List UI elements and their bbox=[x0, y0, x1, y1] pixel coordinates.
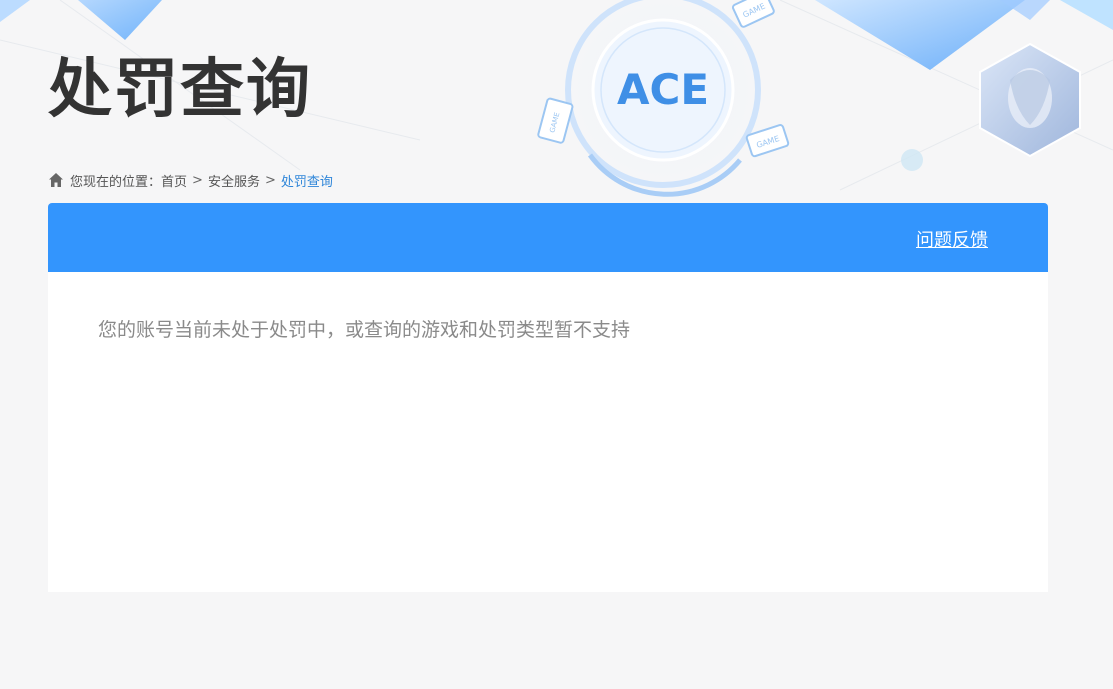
ace-logo-text: ACE bbox=[617, 65, 709, 114]
page: ACE GAME GAME GAME 处罚查询 您现在的位置： 首页 > 安全服… bbox=[0, 0, 1113, 689]
breadcrumb-home-link[interactable]: 首页 bbox=[161, 171, 187, 190]
panel-header: 问题反馈 bbox=[48, 203, 1048, 272]
status-message: 您的账号当前未处于处罚中，或查询的游戏和处罚类型暂不支持 bbox=[98, 319, 631, 341]
home-icon bbox=[49, 173, 63, 187]
game-badge-label: GAME bbox=[755, 134, 780, 150]
breadcrumb-current: 处罚查询 bbox=[280, 174, 333, 190]
game-badge-label: GAME bbox=[741, 2, 766, 20]
breadcrumb-security-link[interactable]: 安全服务 bbox=[208, 171, 260, 190]
breadcrumb-prefix: 您现在的位置： bbox=[70, 174, 162, 190]
character-hexagon-image bbox=[979, 42, 1081, 158]
feedback-link[interactable]: 问题反馈 bbox=[916, 226, 988, 252]
result-panel: 问题反馈 您的账号当前未处于处罚中，或查询的游戏和处罚类型暂不支持 bbox=[48, 203, 1048, 592]
breadcrumb: 您现在的位置： 首页 > 安全服务 > 处罚查询 bbox=[48, 171, 333, 190]
page-title: 处罚查询 bbox=[48, 53, 312, 127]
game-badge-label: GAME bbox=[548, 112, 561, 134]
breadcrumb-separator: > bbox=[192, 172, 203, 188]
panel-body: 您的账号当前未处于处罚中，或查询的游戏和处罚类型暂不支持 bbox=[48, 272, 1048, 385]
breadcrumb-separator: > bbox=[264, 172, 276, 188]
